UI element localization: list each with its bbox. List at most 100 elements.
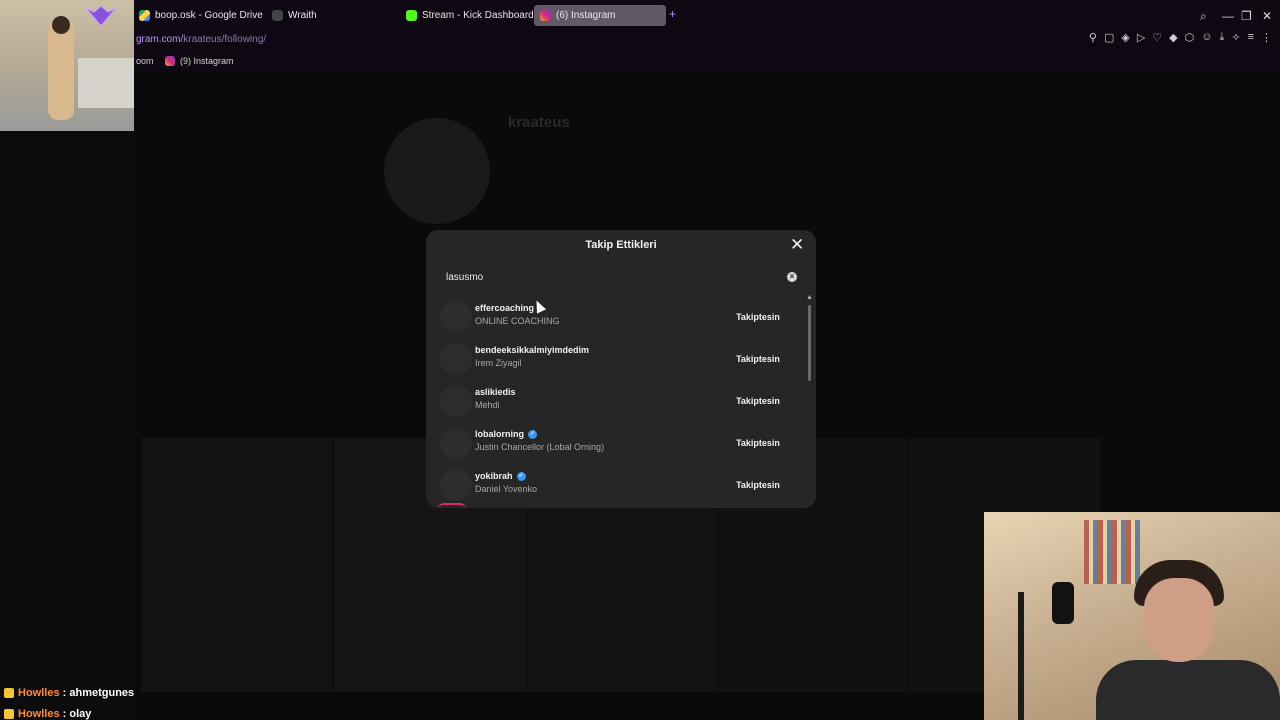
username[interactable]: yokibrah ✓ xyxy=(475,471,526,481)
following-button[interactable]: Takiptesin xyxy=(724,307,792,327)
kick-icon xyxy=(406,10,417,21)
list-item[interactable]: lobalorning ✓ Justin Chancellor (Lobal Or… xyxy=(426,422,816,464)
following-button[interactable]: Takiptesin xyxy=(724,433,792,453)
streamer-face xyxy=(1144,578,1214,662)
avatar[interactable] xyxy=(440,385,472,417)
bookmark-instagram[interactable]: (9) Instagram xyxy=(165,56,234,66)
streamer-head xyxy=(52,16,70,34)
chat-separator: : xyxy=(59,707,70,720)
download-icon[interactable]: ⤓ xyxy=(1219,31,1224,44)
extension-icon[interactable]: ◆ xyxy=(1169,31,1177,44)
verified-badge-icon: ✓ xyxy=(528,429,537,439)
list-item[interactable]: bendeeksikkalmiyimdedim Irem Ziyagil Tak… xyxy=(426,338,816,380)
screenshot-icon[interactable]: ▢ xyxy=(1104,31,1114,44)
scrollbar-thumb[interactable] xyxy=(808,305,811,381)
following-button[interactable]: Takiptesin xyxy=(724,475,792,495)
tab-wraith[interactable]: Wraith xyxy=(272,5,317,26)
profile-picture xyxy=(384,118,490,224)
more-icon[interactable]: ⋮ xyxy=(1261,31,1272,44)
scroll-up-icon[interactable]: ▲ xyxy=(806,294,813,301)
bookmarks-bar: oom (9) Instagram xyxy=(0,50,1280,74)
new-tab-button[interactable]: + xyxy=(669,7,676,21)
close-window-icon[interactable]: ✕ xyxy=(1262,9,1272,23)
following-list[interactable]: effercoaching ONLINE COACHING Takiptesin… xyxy=(426,296,816,508)
tab-google-drive[interactable]: boop.osk - Google Drive xyxy=(139,5,263,26)
tab-label: (6) Instagram xyxy=(556,10,616,21)
url-path: kraateus/following/ xyxy=(183,34,267,45)
tab-instagram[interactable]: (6) Instagram xyxy=(534,5,666,26)
restore-icon[interactable]: ❐ xyxy=(1241,9,1252,23)
url-text[interactable]: gram.com/kraateus/following/ xyxy=(136,34,266,45)
avatar[interactable] xyxy=(440,301,472,333)
search-box[interactable] xyxy=(438,266,802,288)
bookshelf xyxy=(1084,520,1140,584)
avatar[interactable] xyxy=(440,343,472,375)
tab-label: Wraith xyxy=(288,10,317,21)
story-ring xyxy=(438,503,466,509)
username[interactable]: aslikiedis xyxy=(475,387,516,397)
minimize-icon[interactable]: — xyxy=(1222,9,1234,23)
chat-username: Howlles xyxy=(18,707,60,720)
crown-badge-icon xyxy=(4,687,14,698)
full-name: Daniel Yovenko xyxy=(475,484,538,494)
chat-text: ahmetgunes xyxy=(69,686,135,699)
chat-message: Howlles : olay xyxy=(4,703,134,720)
webcam-overlay-top xyxy=(0,0,134,131)
following-button[interactable]: Takiptesin xyxy=(724,349,792,369)
full-name: ONLINE COACHING xyxy=(475,316,560,326)
full-name: Mehdi xyxy=(475,400,500,410)
following-button[interactable]: Takiptesin xyxy=(724,391,792,411)
username[interactable]: effercoaching xyxy=(475,303,534,313)
instagram-icon xyxy=(540,10,551,21)
list-item[interactable]: aslikiedis Mehdi Takiptesin xyxy=(426,380,816,422)
avatar[interactable] xyxy=(440,427,472,459)
profile-username: kraateus xyxy=(508,114,570,131)
close-icon[interactable]: ✕ xyxy=(790,236,804,254)
browser-tab-bar: boop.osk - Google Drive Wraith Stream - … xyxy=(0,0,1280,31)
chat-username: Howlles xyxy=(18,686,60,699)
bookmark-label: (9) Instagram xyxy=(180,56,234,66)
chat-message: Howlles : ahmetgunes xyxy=(4,682,134,703)
google-drive-icon xyxy=(139,10,150,21)
wraith-icon xyxy=(272,10,283,21)
tab-label: boop.osk - Google Drive xyxy=(155,10,263,21)
play-icon[interactable]: ▷ xyxy=(1137,31,1145,44)
streamer-body xyxy=(48,20,74,120)
bookmark-label: oom xyxy=(136,56,154,66)
menu-icon[interactable]: ≡ xyxy=(1248,31,1254,44)
following-modal: Takip Ettikleri ✕ × effercoaching ONLINE… xyxy=(426,230,816,508)
chat-text: olay xyxy=(69,707,92,720)
bookmark-item[interactable]: oom xyxy=(136,56,154,66)
full-name: Justin Chancellor (Lobal Orning) xyxy=(475,442,605,452)
wing-logo-icon xyxy=(85,5,117,27)
username[interactable]: bendeeksikkalmiyimdedim xyxy=(475,345,589,355)
couch xyxy=(78,58,134,108)
search-icon[interactable]: ⌕ xyxy=(1200,9,1207,24)
avatar[interactable] xyxy=(440,469,472,501)
list-item[interactable]: yokibrah ✓ Daniel Yovenko Takiptesin xyxy=(426,464,816,506)
username[interactable]: lobalorning ✓ xyxy=(475,429,537,439)
crown-badge-icon xyxy=(4,708,14,719)
search-input[interactable] xyxy=(446,269,746,285)
puzzle-icon[interactable]: ⬡ xyxy=(1185,31,1195,44)
modal-title: Takip Ettikleri xyxy=(585,239,657,251)
ai-icon[interactable]: ✧ xyxy=(1231,31,1240,44)
instagram-icon xyxy=(165,56,175,66)
tab-label: Stream - Kick Dashboard xyxy=(422,10,534,21)
list-item[interactable]: effercoaching ONLINE COACHING Takiptesin xyxy=(426,296,816,338)
heart-icon[interactable]: ♡ xyxy=(1152,31,1162,44)
verified-badge-icon: ✓ xyxy=(516,471,526,481)
clear-search-button[interactable]: × xyxy=(787,272,797,282)
streamer-shirt xyxy=(1096,660,1280,720)
tab-kick-dashboard[interactable]: Stream - Kick Dashboard xyxy=(406,5,534,26)
microphone-icon xyxy=(1052,582,1074,624)
shield-icon[interactable]: ◈ xyxy=(1121,31,1129,44)
browser-toolbar: ⚲ ▢ ◈ ▷ ♡ ◆ ⬡ ☺ ⤓ ✧ ≡ ⋮ xyxy=(1089,31,1272,44)
post-tile xyxy=(141,438,333,692)
pin-icon[interactable]: ⚲ xyxy=(1089,31,1097,44)
url-domain: gram.com/ xyxy=(136,34,184,45)
profile-icon[interactable]: ☺ xyxy=(1201,31,1212,44)
full-name: Irem Ziyagil xyxy=(475,358,522,368)
webcam-overlay-bottom xyxy=(984,512,1280,720)
chat-separator: : xyxy=(59,686,70,699)
